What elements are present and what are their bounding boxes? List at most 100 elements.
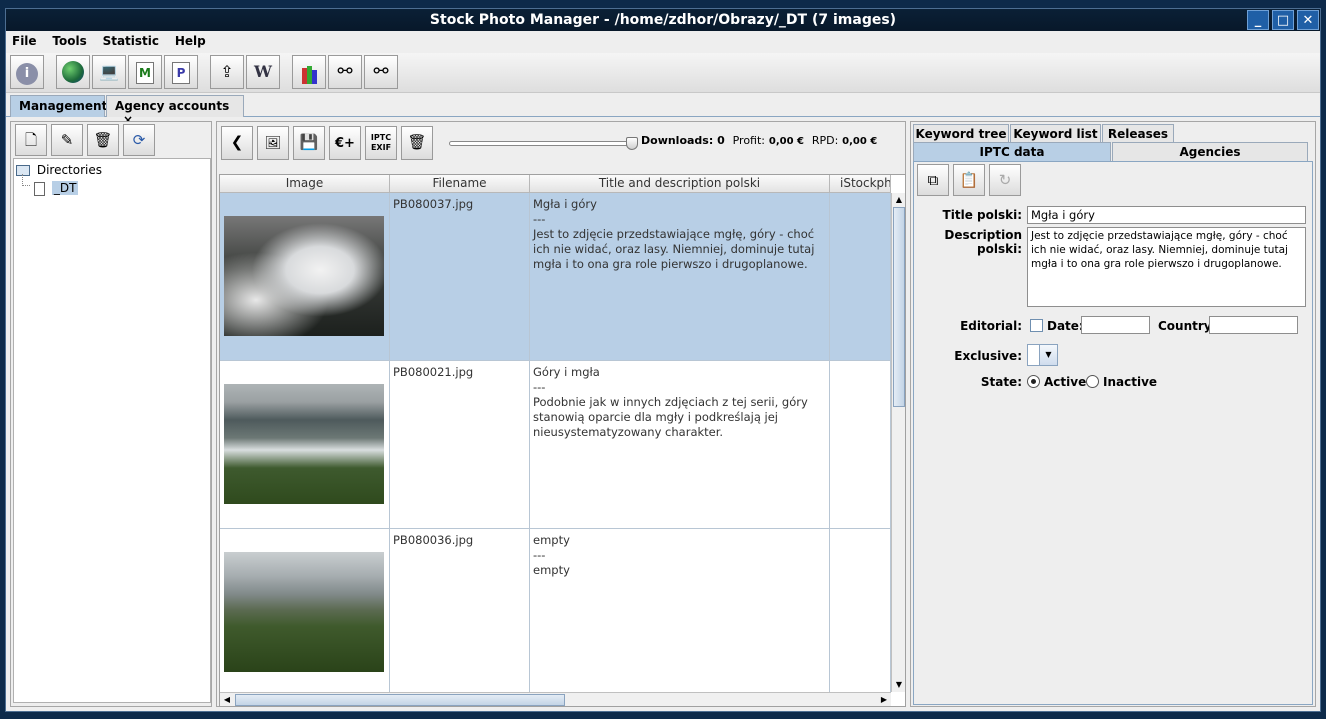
tree-node-label: _DT [51,181,79,195]
downloads-value: 0 [717,134,725,147]
description-label: Description polski: [944,228,1022,256]
binoculars-button[interactable]: ⚯ [328,55,362,89]
globe-button[interactable] [56,55,90,89]
add-earnings-button[interactable]: €+ [329,126,361,160]
paste-button[interactable]: 📋 [953,164,985,196]
scroll-left-icon[interactable]: ◀ [220,693,234,706]
refresh-button[interactable]: ⟳ [123,124,155,156]
new-file-icon: 🗋 [24,131,38,149]
tab-keyword-list[interactable]: Keyword list [1010,124,1101,143]
filename-cell: PB080021.jpg [390,361,530,529]
tab-agency-accounts[interactable]: Agency accounts × [106,95,244,127]
iptc-label: IPTC [370,133,392,142]
globe-search-button[interactable]: ⚯ [364,55,398,89]
computer-button[interactable]: 💻 [92,55,126,89]
column-header-filename[interactable]: Filename [390,175,530,193]
binoculars-icon: ⚯ [337,61,353,82]
trash-icon: 🗑 [407,133,427,151]
country-label: Country: [1158,319,1217,333]
close-button[interactable]: ✕ [1297,10,1319,30]
editorial-label: Editorial: [960,319,1022,333]
editorial-checkbox[interactable] [1030,319,1043,332]
image-cell [220,193,390,361]
directory-tree: Directories _DT [13,158,211,703]
edit-icon: ✎ [60,131,74,149]
p-document-icon: P [172,62,190,84]
menu-tools[interactable]: Tools [46,31,92,48]
zoom-slider-thumb[interactable] [626,137,638,150]
refresh-icon: ⟳ [132,131,146,149]
profit-label: Profit: [732,134,766,147]
description-textarea[interactable]: Jest to zdjęcie przedstawiające mgłę, gó… [1027,227,1306,307]
info-button[interactable]: i [10,55,44,89]
tab-management[interactable]: Management [10,95,107,117]
upload-button[interactable]: ⇪ [210,55,244,89]
bar-chart-button[interactable] [292,55,326,89]
image-title: Góry i mgła [533,365,600,379]
table-row[interactable]: PB080021.jpg Góry i mgła --- Podobnie ja… [220,361,891,529]
title-input[interactable]: Mgła i góry [1027,206,1306,224]
main-tabs: Management Agency accounts × [6,93,1320,127]
iptc-exif-button[interactable]: IPTC EXIF [365,126,397,160]
delete-directory-button[interactable]: 🗑 [87,124,119,156]
back-button[interactable]: ❮ [221,126,253,160]
thumbnail-fog-forest [224,216,384,336]
profit-value: 0,00 € [768,136,804,147]
separator: --- [533,212,546,226]
app-window: Stock Photo Manager - /home/zdhor/Obrazy… [5,8,1321,712]
chevron-left-icon: ❮ [230,133,244,151]
zoom-slider[interactable] [449,137,638,150]
tree-node-dt[interactable]: _DT [34,181,79,196]
column-header-title[interactable]: Title and description polski [530,175,830,193]
thumbnail-mountains-mist [224,384,384,504]
table-row[interactable]: PB080036.jpg empty --- empty [220,529,891,697]
minimize-button[interactable]: _ [1247,10,1269,30]
m-document-icon: M [136,62,154,84]
copy-button[interactable]: ⧉ [917,164,949,196]
w-button[interactable]: W [246,55,280,89]
horizontal-scrollbar[interactable]: ◀ ▶ [220,692,891,706]
save-icon: 💾 [299,133,319,151]
exif-label: EXIF [370,143,392,152]
p-document-button[interactable]: P [164,55,198,89]
save-button[interactable]: 💾 [293,126,325,160]
m-document-button[interactable]: M [128,55,162,89]
tab-releases[interactable]: Releases [1102,124,1174,143]
scroll-right-icon[interactable]: ▶ [877,693,891,706]
new-directory-button[interactable]: 🗋 [15,124,47,156]
vertical-scrollbar[interactable]: ▲ ▼ [891,193,905,692]
horizontal-scroll-thumb[interactable] [235,694,565,706]
delete-image-button[interactable]: 🗑 [401,126,433,160]
column-header-image[interactable]: Image [220,175,390,193]
vertical-scroll-thumb[interactable] [893,207,905,407]
tree-connector [22,174,30,186]
maximize-button[interactable]: □ [1272,10,1294,30]
date-input[interactable] [1081,316,1150,334]
istockphoto-cell [830,193,891,361]
tab-agencies[interactable]: Agencies [1112,142,1308,161]
table-row[interactable]: PB080037.jpg Mgła i góry --- Jest to zdj… [220,193,891,361]
menu-help[interactable]: Help [169,31,212,48]
column-header-istockphoto[interactable]: iStockpho [830,175,891,193]
tab-keyword-tree[interactable]: Keyword tree [913,124,1009,143]
state-active-label: Active [1044,375,1087,389]
trash-icon: 🗑 [93,131,113,149]
edit-directory-button[interactable]: ✎ [51,124,83,156]
exclusive-select[interactable]: ▼ [1027,344,1058,366]
import-images-button[interactable]: 🖼 [257,126,289,160]
copy-icon: ⧉ [927,171,939,189]
menu-file[interactable]: File [6,31,43,48]
tab-iptc-data[interactable]: IPTC data [913,142,1111,161]
date-label: Date: [1047,319,1084,333]
istockphoto-cell [830,529,891,697]
stats-readout: Downloads: 0 Profit: 0,00 € RPD: 0,00 € [641,134,877,147]
undo-icon: ↻ [998,171,1012,189]
scroll-up-icon[interactable]: ▲ [892,193,905,207]
state-active-radio[interactable] [1027,375,1040,388]
state-label: State: [980,375,1022,389]
country-input[interactable] [1209,316,1298,334]
undo-button[interactable]: ↻ [989,164,1021,196]
menu-statistic[interactable]: Statistic [97,31,165,48]
state-inactive-radio[interactable] [1086,375,1099,388]
scroll-down-icon[interactable]: ▼ [892,678,905,692]
